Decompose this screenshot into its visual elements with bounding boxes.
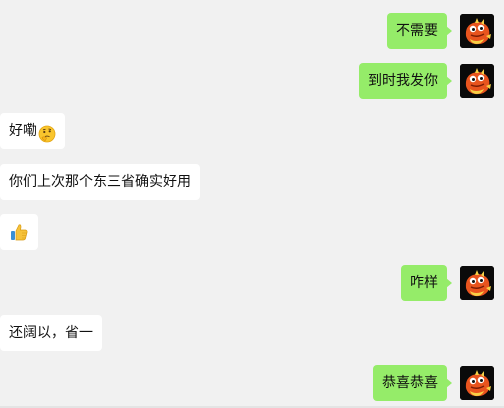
- user-avatar[interactable]: [460, 64, 494, 98]
- dragon-mascot-icon: [460, 266, 494, 300]
- message-text: 到时我发你: [368, 73, 438, 89]
- message-row: 不需要: [0, 13, 504, 49]
- user-avatar[interactable]: [460, 366, 494, 400]
- received-message-bubble[interactable]: [0, 214, 38, 250]
- message-row: 到时我发你: [0, 63, 504, 99]
- sent-message-bubble[interactable]: 咋样: [401, 265, 452, 301]
- message-text: 恭喜恭喜: [382, 375, 438, 391]
- message-row: [0, 214, 504, 250]
- user-avatar[interactable]: [460, 14, 494, 48]
- dragon-mascot-icon: [460, 64, 494, 98]
- dragon-mascot-icon: [460, 14, 494, 48]
- user-avatar[interactable]: [460, 266, 494, 300]
- message-row: 你们上次那个东三省确实好用: [0, 164, 504, 200]
- message-row: 还阔以，省一: [0, 315, 504, 351]
- message-text: 还阔以，省一: [9, 325, 93, 341]
- received-message-bubble[interactable]: 好嘞: [0, 113, 65, 149]
- received-message-bubble[interactable]: 还阔以，省一: [0, 315, 102, 351]
- sent-message-bubble[interactable]: 到时我发你: [359, 63, 452, 99]
- chat-message-list[interactable]: 不需要 到时我发你 好嘞 你们上次那个东三省确实好用 咋样 还阔以，省一 恭喜恭…: [0, 0, 504, 408]
- thinking-face-emoji-icon: [38, 121, 56, 142]
- received-message-bubble[interactable]: 你们上次那个东三省确实好用: [0, 164, 200, 200]
- sent-message-bubble[interactable]: 不需要: [387, 13, 452, 49]
- sent-message-bubble[interactable]: 恭喜恭喜: [373, 365, 452, 401]
- message-row: 好嘞: [0, 113, 504, 149]
- message-text: 不需要: [396, 23, 438, 39]
- thumbs-up-emoji-icon: [9, 220, 29, 241]
- message-text: 你们上次那个东三省确实好用: [9, 174, 191, 190]
- message-text: 好嘞: [9, 123, 37, 139]
- message-row: 恭喜恭喜: [0, 365, 504, 401]
- message-text: 咋样: [410, 275, 438, 291]
- dragon-mascot-icon: [460, 366, 494, 400]
- message-row: 咋样: [0, 265, 504, 301]
